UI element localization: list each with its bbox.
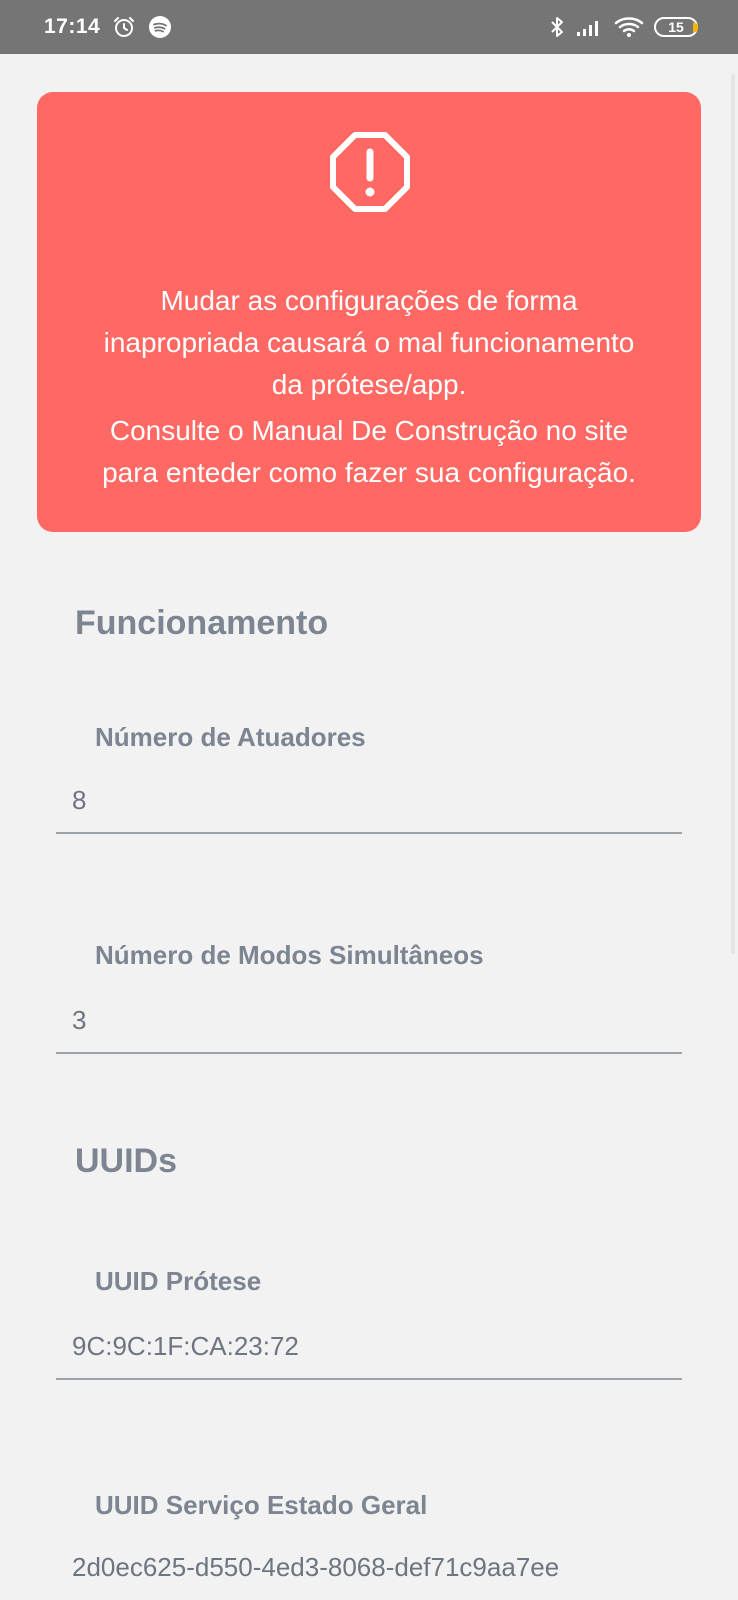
wifi-icon (614, 16, 644, 38)
section-title-uuids: UUIDs (75, 1142, 178, 1180)
spotify-icon (148, 15, 172, 39)
warning-message: Mudar as configurações de forma inapropr… (103, 285, 635, 400)
battery-level: 15 (668, 19, 684, 35)
status-bar: 17:14 15 (0, 0, 738, 54)
field-label-uuid-protese: UUID Prótese (95, 1266, 262, 1296)
numero-modos-input[interactable] (56, 988, 682, 1054)
uuid-servico-input[interactable] (56, 1534, 682, 1600)
numero-atuadores-input[interactable] (56, 768, 682, 834)
warning-card: Mudar as configurações de forma inapropr… (37, 92, 701, 532)
section-title-funcionamento: Funcionamento (75, 604, 329, 642)
status-right: 15 (548, 15, 698, 39)
settings-content[interactable]: Mudar as configurações de forma inapropr… (0, 54, 738, 1600)
scrollbar[interactable] (731, 74, 735, 954)
uuid-protese-input[interactable] (56, 1314, 682, 1380)
field-label-numero-atuadores: Número de Atuadores (95, 722, 366, 752)
battery-fill (693, 23, 698, 32)
signal-icon (576, 17, 604, 37)
status-time: 17:14 (44, 15, 101, 38)
status-left: 17:14 (44, 15, 172, 39)
bluetooth-icon (548, 15, 566, 39)
field-label-numero-modos: Número de Modos Simultâneos (95, 940, 484, 970)
battery-icon: 15 (654, 17, 698, 37)
alarm-icon (112, 15, 136, 39)
field-label-uuid-servico: UUID Serviço Estado Geral (95, 1490, 428, 1520)
alert-octagon-icon (328, 130, 412, 214)
warning-instruction: Consulte o Manual De Construção no site … (102, 415, 636, 488)
